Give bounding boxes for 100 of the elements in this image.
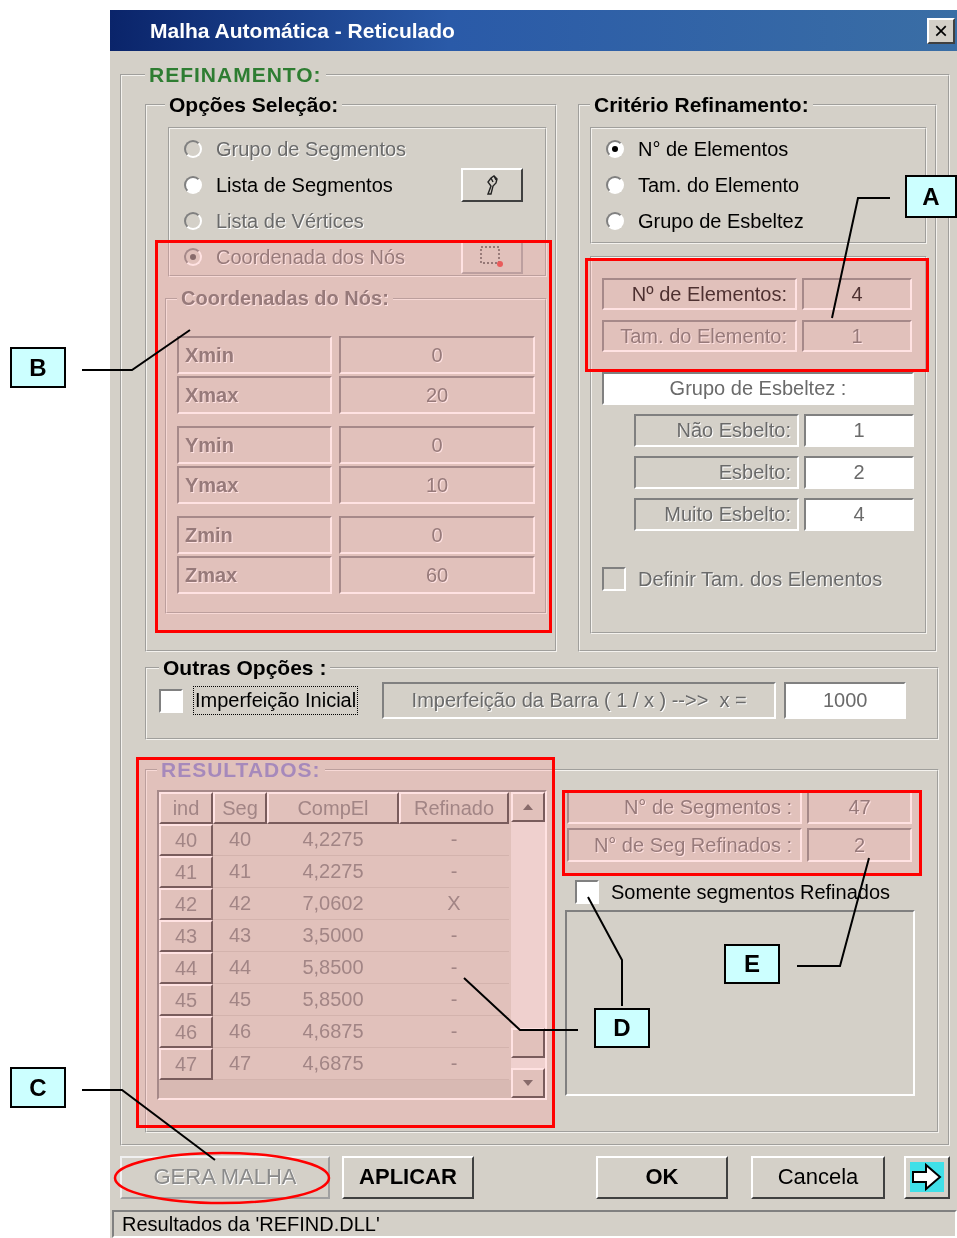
value-field[interactable]: 1000 xyxy=(784,682,907,719)
field-label: Imperfeição da Barra ( 1 / x ) -->> x = xyxy=(382,682,777,719)
table-cell: 5,8500 xyxy=(267,952,399,984)
row-header: 45 xyxy=(159,984,213,1016)
group-label: Opções Seleção: xyxy=(168,93,340,117)
coordinate-label: Zmin xyxy=(177,516,332,554)
column-header[interactable]: Refinado xyxy=(399,792,509,824)
table-cell: - xyxy=(399,1016,509,1048)
group-label: REFINAMENTO: xyxy=(148,63,323,87)
table-cell: 42 xyxy=(213,888,267,920)
option-label: Grupo de Segmentos xyxy=(216,137,407,161)
checkbox[interactable] xyxy=(575,880,599,904)
value-field[interactable]: 47 xyxy=(807,790,912,824)
group-label: Critério Refinamento: xyxy=(593,93,810,117)
coordinate-field[interactable]: 0 xyxy=(339,426,535,464)
group-label: Coordenadas do Nós: xyxy=(180,287,390,310)
callout-label: E xyxy=(724,944,780,984)
checkbox[interactable] xyxy=(159,688,183,713)
row-header: 43 xyxy=(159,920,213,952)
column-header[interactable]: CompEl xyxy=(267,792,399,824)
value-field[interactable]: 2 xyxy=(807,828,912,862)
callout-label: D xyxy=(594,1008,650,1048)
option-label: Tam. do Elemento xyxy=(638,173,800,197)
table-cell: - xyxy=(399,824,509,856)
up-triangle-icon xyxy=(522,803,534,811)
coordinate-field[interactable]: 20 xyxy=(339,376,535,414)
table-cell: 4,2275 xyxy=(267,824,399,856)
callout-label: C xyxy=(10,1067,66,1108)
value-field[interactable]: 4 xyxy=(802,278,912,310)
column-header[interactable]: Seg xyxy=(213,792,267,824)
row-header: 41 xyxy=(159,856,213,888)
dialog-button[interactable]: OK xyxy=(596,1155,728,1199)
down-triangle-icon xyxy=(522,1079,534,1087)
coordinate-label: Xmax xyxy=(177,376,332,414)
coordinate-field[interactable]: 0 xyxy=(339,336,535,374)
field-label: Muito Esbelto: xyxy=(634,498,799,531)
group-label: Outras Opções : xyxy=(162,656,328,680)
coordinate-field[interactable]: 60 xyxy=(339,556,535,594)
field-label: N° de Seg Refinados : xyxy=(567,828,802,862)
selection-icon xyxy=(478,244,506,270)
coordinate-field[interactable]: 0 xyxy=(339,516,535,554)
field-label: Tam. do Elemento: xyxy=(602,320,797,352)
table-cell: - xyxy=(399,856,509,888)
dialog-button[interactable]: APLICAR xyxy=(342,1155,474,1199)
table-cell: 3,5000 xyxy=(267,920,399,952)
scrollbar-thumb[interactable] xyxy=(511,1028,545,1058)
option-label: Lista de Vértices xyxy=(216,209,364,233)
table-cell: 4,2275 xyxy=(267,856,399,888)
table-cell: - xyxy=(399,984,509,1016)
status-bar: Resultados da 'REFIND.DLL' xyxy=(112,1210,957,1238)
field-label: Nº de Elementos: xyxy=(602,278,797,310)
table-cell: 5,8500 xyxy=(267,984,399,1016)
table-cell: - xyxy=(399,920,509,952)
callout-label: A xyxy=(905,175,957,218)
option-label: Coordenada dos Nós xyxy=(216,245,405,269)
close-button[interactable]: × xyxy=(927,17,955,44)
coordinate-field[interactable]: 10 xyxy=(339,466,535,504)
table-cell: X xyxy=(399,888,509,920)
table-cell: 43 xyxy=(213,920,267,952)
coordinate-label: Zmax xyxy=(177,556,332,594)
table-cell: 41 xyxy=(213,856,267,888)
table-cell: 40 xyxy=(213,824,267,856)
row-header: 42 xyxy=(159,888,213,920)
field-label: Esbelto: xyxy=(634,456,799,489)
scroll-down-button[interactable] xyxy=(511,1068,545,1098)
row-header: 40 xyxy=(159,824,213,856)
checkbox-label: Imperfeição Inicial xyxy=(193,686,359,715)
row-header: 44 xyxy=(159,952,213,984)
right-arrow-icon xyxy=(910,1162,944,1192)
row-header: 47 xyxy=(159,1048,213,1080)
field-label: Não Esbelto: xyxy=(634,414,799,447)
radio-button[interactable] xyxy=(606,140,624,158)
coordinate-label: Ymin xyxy=(177,426,332,464)
table-cell: - xyxy=(399,952,509,984)
table-cell: 45 xyxy=(213,984,267,1016)
checkbox-label: Definir Tam. dos Elementos xyxy=(638,567,883,591)
tool-button[interactable] xyxy=(461,168,523,202)
radio-button[interactable] xyxy=(184,176,202,194)
table-cell: 7,0602 xyxy=(267,888,399,920)
option-label: N° de Elementos xyxy=(638,137,789,161)
group-label: RESULTADOS: xyxy=(160,758,322,782)
scroll-up-button[interactable] xyxy=(511,792,545,822)
radio-button[interactable] xyxy=(606,176,624,194)
radio-button[interactable] xyxy=(606,212,624,230)
window-title: Malha Automática - Reticulado xyxy=(150,18,456,43)
table-cell: 4,6875 xyxy=(267,1016,399,1048)
group-heading: Grupo de Esbeltez : xyxy=(602,372,914,405)
next-button[interactable] xyxy=(904,1155,950,1199)
table-cell: 44 xyxy=(213,952,267,984)
coordinate-label: Ymax xyxy=(177,466,332,504)
callout-label: B xyxy=(10,347,66,388)
option-label: Grupo de Esbeltez xyxy=(638,209,804,233)
field-label: N° de Segmentos : xyxy=(567,790,802,824)
table-cell: 46 xyxy=(213,1016,267,1048)
column-header[interactable]: ind xyxy=(159,792,213,824)
dialog-button[interactable]: Cancela xyxy=(751,1155,885,1199)
coordinate-label: Xmin xyxy=(177,336,332,374)
row-header: 46 xyxy=(159,1016,213,1048)
scrollbar[interactable] xyxy=(511,792,545,1098)
option-label: Lista de Segmentos xyxy=(216,173,393,197)
